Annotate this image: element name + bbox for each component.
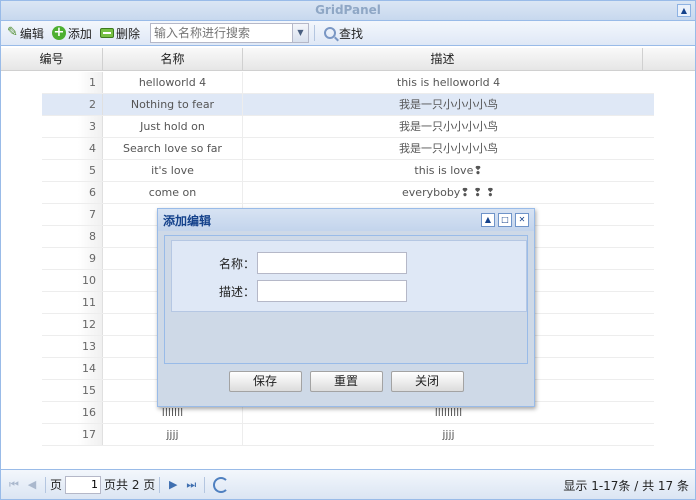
edit-dialog: 添加编辑 ▲ □ ✕ 名称： 描述： 保存 重置 关闭: [157, 208, 535, 407]
add-button-label: 添加: [67, 26, 92, 41]
desc-cell: 我是一只小小小小鸟: [399, 142, 498, 155]
table-row[interactable]: 5 it's love this is love❢: [42, 160, 654, 182]
desc-cell: everyboby❢ ❢ ❢: [402, 186, 495, 199]
add-button[interactable]: + 添加: [48, 22, 96, 44]
prev-page-icon[interactable]: ◀: [23, 478, 41, 491]
row-number: 13: [42, 336, 103, 357]
name-cell: Just hold on: [103, 116, 243, 137]
row-number: 16: [42, 402, 103, 423]
dropdown-trigger-icon[interactable]: ▼: [291, 23, 309, 43]
table-row[interactable]: 6 come on everyboby❢ ❢ ❢: [42, 182, 654, 204]
find-button-label: 查找: [338, 26, 363, 41]
last-page-icon[interactable]: ⏭: [182, 478, 200, 492]
name-cell: jjjj: [103, 424, 243, 445]
dialog-title: 添加编辑: [163, 213, 212, 228]
dialog-buttons: 保存 重置 关闭: [158, 371, 534, 392]
delete-button-label: 删除: [115, 26, 140, 41]
row-number: 3: [42, 116, 103, 137]
row-number: 17: [42, 424, 103, 445]
row-number: 15: [42, 380, 103, 401]
plus-icon: +: [51, 25, 66, 40]
name-cell: it's love: [103, 160, 243, 181]
find-button[interactable]: 查找: [320, 22, 367, 44]
reset-button[interactable]: 重置: [309, 371, 383, 392]
row-number: 1: [42, 72, 103, 93]
close-icon[interactable]: ✕: [515, 213, 529, 227]
name-form-row: 名称：: [172, 252, 407, 274]
row-number: 6: [42, 182, 103, 203]
table-row[interactable]: 2 Nothing to fear 我是一只小小小小鸟: [42, 94, 654, 116]
name-cell: Search love so far: [103, 138, 243, 159]
dialog-tools: ▲ □ ✕: [481, 213, 529, 227]
row-number: 10: [42, 270, 103, 291]
desc-field[interactable]: [257, 280, 407, 302]
row-number: 11: [42, 292, 103, 313]
pager-separator: [45, 476, 46, 493]
desc-field-label: 描述：: [218, 284, 255, 299]
name-cell: come on: [103, 182, 243, 203]
magnifier-icon: [323, 27, 336, 39]
close-button[interactable]: 关闭: [390, 371, 464, 392]
edit-button-label: 编辑: [19, 26, 44, 41]
row-number: 14: [42, 358, 103, 379]
column-header-desc[interactable]: 描述: [243, 48, 643, 70]
panel-title: GridPanel: [315, 3, 381, 17]
column-header-filler: [643, 48, 695, 70]
row-number: 8: [42, 226, 103, 247]
desc-cell: this is helloworld 4: [396, 76, 501, 89]
row-number: 7: [42, 204, 103, 225]
dialog-form: 名称： 描述：: [171, 240, 527, 312]
column-header-name[interactable]: 名称: [103, 48, 243, 70]
search-input[interactable]: [149, 23, 292, 43]
table-row[interactable]: 3 Just hold on 我是一只小小小小鸟: [42, 116, 654, 138]
next-page-icon[interactable]: ▶: [164, 478, 182, 491]
collapse-icon[interactable]: ▲: [677, 4, 691, 17]
paging-info: 显示 1-17条 / 共 17 条: [563, 479, 689, 493]
row-number: 5: [42, 160, 103, 181]
desc-cell: 我是一只小小小小鸟: [399, 98, 498, 111]
page-total-label: 页共 2 页: [104, 478, 156, 492]
collapse-icon[interactable]: ▲: [481, 213, 495, 227]
name-cell: Nothing to fear: [103, 94, 243, 115]
maximize-icon[interactable]: □: [498, 213, 512, 227]
page-prefix-label: 页: [50, 478, 63, 492]
toolbar-separator: [313, 25, 315, 41]
refresh-icon[interactable]: [213, 476, 230, 493]
desc-cell: this is love❢: [414, 164, 483, 177]
row-number: 9: [42, 248, 103, 269]
delete-button[interactable]: 删除: [96, 22, 144, 44]
dialog-body: 名称： 描述：: [164, 235, 528, 364]
desc-cell: 我是一只小小小小鸟: [399, 120, 498, 133]
grid-header: 编号 名称 描述: [1, 48, 695, 71]
toolbar: ✎ 编辑 + 添加 删除 ▼ 查找: [1, 21, 695, 46]
page-number-input[interactable]: [65, 475, 102, 494]
table-row[interactable]: 17 jjjj jjjj: [42, 424, 654, 446]
desc-form-row: 描述：: [172, 280, 407, 302]
first-page-icon[interactable]: ⏮: [5, 478, 23, 492]
row-number: 2: [42, 94, 103, 115]
name-field-label: 名称：: [218, 256, 255, 271]
table-row[interactable]: 1 helloworld 4 this is helloworld 4: [42, 72, 654, 94]
edit-button[interactable]: ✎ 编辑: [3, 22, 48, 44]
table-row[interactable]: 4 Search love so far 我是一只小小小小鸟: [42, 138, 654, 160]
dialog-title-bar[interactable]: 添加编辑 ▲ □ ✕: [158, 209, 534, 231]
search-combo: ▼: [149, 23, 309, 43]
row-number: 4: [42, 138, 103, 159]
panel-title-bar: GridPanel ▲: [1, 1, 695, 21]
desc-cell: jjjj: [442, 428, 455, 441]
pager-separator: [159, 476, 161, 493]
pager-separator: [204, 476, 206, 493]
name-cell: helloworld 4: [103, 72, 243, 93]
name-field[interactable]: [257, 252, 407, 274]
column-header-id[interactable]: 编号: [1, 48, 103, 70]
paging-toolbar: ⏮ ◀ 页 页共 2 页 ▶ ⏭ 显示 1-17条 / 共 17 条: [1, 469, 695, 499]
pencil-icon: ✎: [7, 25, 18, 40]
save-button[interactable]: 保存: [228, 371, 302, 392]
minus-icon: [99, 28, 114, 38]
row-number: 12: [42, 314, 103, 335]
